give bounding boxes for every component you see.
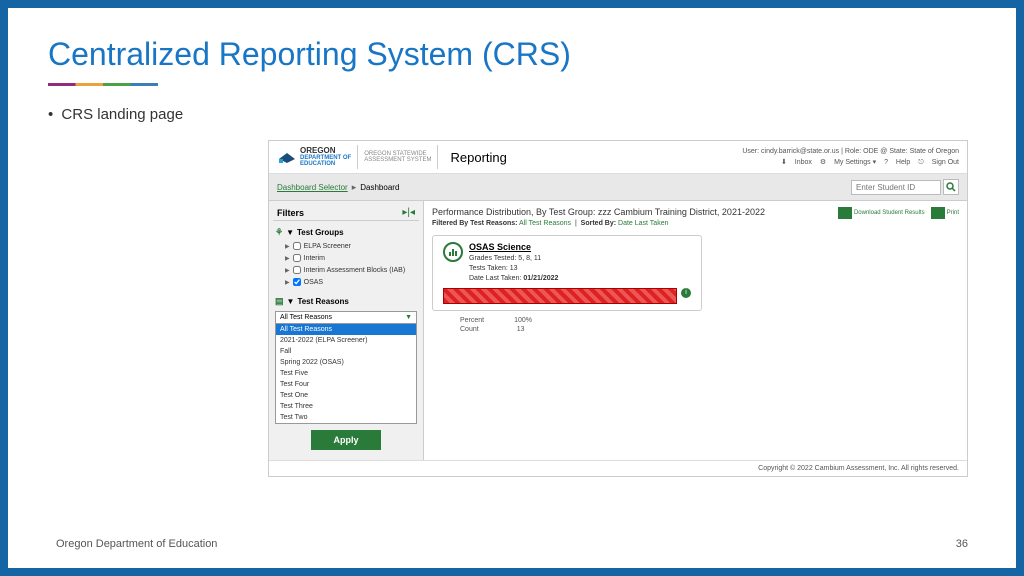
filters-heading: Filters: [277, 208, 304, 218]
filter-summary: Filtered By Test Reasons: All Test Reaso…: [432, 220, 838, 227]
page-number: 36: [956, 538, 968, 550]
test-reasons-header[interactable]: ▤▼ Test Reasons: [273, 294, 419, 309]
triangle-icon: ▶: [285, 279, 290, 286]
card-title-link[interactable]: OSAS Science: [469, 242, 558, 252]
inbox-link[interactable]: ⬇ Inbox: [781, 159, 812, 166]
apply-button[interactable]: Apply: [311, 430, 380, 450]
dropdown-option[interactable]: Spring 2022 (OSAS): [276, 357, 416, 368]
page-title: Centralized Reporting System (CRS): [48, 36, 976, 73]
dropdown-option[interactable]: Test Five: [276, 368, 416, 379]
chevron-right-icon: ▸: [352, 182, 357, 193]
filter-icon: ▤: [275, 296, 284, 307]
triangle-icon: ▶: [285, 255, 290, 262]
download-icon: [838, 207, 852, 219]
app-name: Reporting: [450, 150, 506, 165]
test-group-card: OSAS Science Grades Tested: 5, 8, 11 Tes…: [432, 235, 702, 311]
test-group-item[interactable]: ▶Interim Assessment Blocks (IAB): [273, 264, 419, 276]
dropdown-option[interactable]: Test Four: [276, 379, 416, 390]
collapse-icon[interactable]: ▸|◂: [402, 207, 415, 218]
system-name: OREGON STATEWIDE ASSESSMENT SYSTEM: [364, 151, 431, 163]
slide: Centralized Reporting System (CRS) CRS l…: [0, 0, 1024, 576]
checkbox[interactable]: [293, 242, 301, 250]
ode-logo: OREGON DEPARTMENT OF EDUCATION: [277, 147, 351, 167]
share-icon: ⚘: [275, 227, 283, 238]
checkbox[interactable]: [293, 254, 301, 262]
user-bar: User: cindy.barrick@state.or.us | Role: …: [742, 148, 959, 167]
dropdown-option[interactable]: Test One: [276, 390, 416, 401]
checkbox[interactable]: [293, 278, 301, 286]
chevron-down-icon: ▼: [405, 314, 412, 321]
card-stats: Percent 100%: [460, 317, 959, 324]
dropdown-option[interactable]: All Test Reasons: [276, 324, 416, 335]
performance-bar: [443, 288, 677, 304]
triangle-icon: ▶: [285, 267, 290, 274]
search-icon: [946, 182, 956, 192]
footer-left: Oregon Department of Education: [56, 538, 217, 550]
dropdown-option[interactable]: 2021-2022 (ELPA Screener): [276, 335, 416, 346]
test-group-item[interactable]: ▶Interim: [273, 252, 419, 264]
report-title: Performance Distribution, By Test Group:…: [432, 207, 838, 217]
triangle-icon: ▶: [285, 243, 290, 250]
help-link[interactable]: ? Help: [884, 159, 910, 166]
test-reasons-dropdown[interactable]: All Test Reasons▼ All Test Reasons2021-2…: [275, 311, 417, 424]
copyright: Copyright © 2022 Cambium Assessment, Inc…: [269, 460, 967, 476]
breadcrumb-link[interactable]: Dashboard Selector: [277, 183, 348, 192]
print-button[interactable]: Print: [931, 207, 959, 219]
download-button[interactable]: Download Student Results: [838, 207, 925, 219]
checkbox[interactable]: [293, 266, 301, 274]
settings-link[interactable]: ⚙ My Settings ▾: [820, 159, 876, 166]
bullet-text: CRS landing page: [48, 106, 976, 123]
main-content: Performance Distribution, By Test Group:…: [424, 201, 967, 460]
breadcrumb: Dashboard Selector ▸ Dashboard: [269, 174, 967, 201]
chart-icon: [443, 242, 463, 262]
info-icon[interactable]: i: [681, 288, 691, 298]
dropdown-option[interactable]: Test Two: [276, 412, 416, 423]
crs-app-screenshot: OREGON DEPARTMENT OF EDUCATION OREGON ST…: [268, 140, 968, 477]
signout-link[interactable]: ⎋ Sign Out: [918, 159, 959, 166]
title-underline: [48, 83, 158, 86]
dropdown-option[interactable]: Fall: [276, 346, 416, 357]
print-icon: [931, 207, 945, 219]
test-group-item[interactable]: ▶OSAS: [273, 276, 419, 288]
test-groups-header[interactable]: ⚘▼ Test Groups: [273, 225, 419, 240]
dropdown-option[interactable]: Test Three: [276, 401, 416, 412]
filters-panel: Filters ▸|◂ ⚘▼ Test Groups ▶ELPA Screene…: [269, 201, 424, 460]
graduation-cap-icon: [277, 149, 297, 165]
app-header: OREGON DEPARTMENT OF EDUCATION OREGON ST…: [269, 141, 967, 174]
test-group-item[interactable]: ▶ELPA Screener: [273, 240, 419, 252]
student-search-input[interactable]: [851, 180, 941, 195]
search-button[interactable]: [943, 179, 959, 195]
